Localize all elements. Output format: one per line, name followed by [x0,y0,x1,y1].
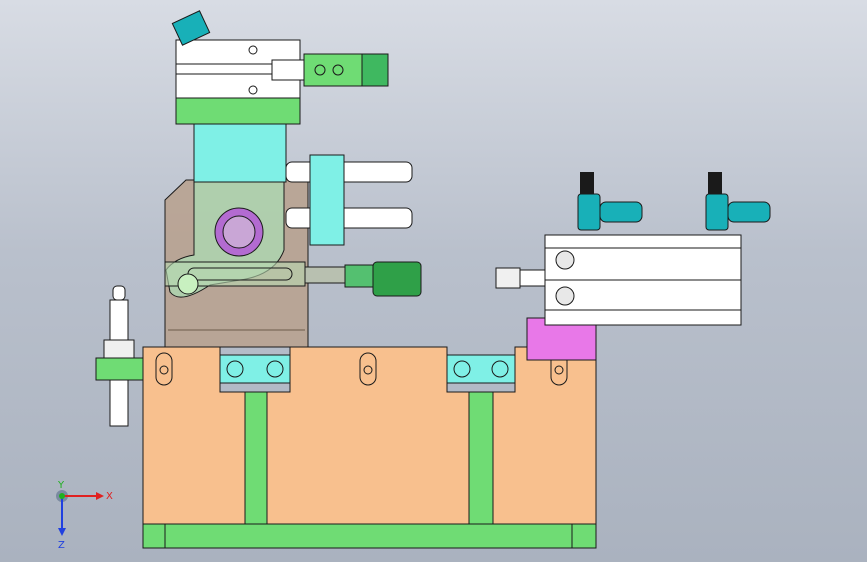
fixture-assembly-model[interactable] [0,0,867,562]
screw-head [314,64,326,76]
screw-head [554,365,564,375]
screw-head [159,365,169,375]
z-axis-label: Z [58,540,65,551]
screw-head [266,360,284,378]
screw-head [332,64,344,76]
left-pin-body[interactable] [109,299,129,341]
y-axis-dot [59,493,65,499]
left-green-block[interactable] [95,357,144,381]
green-bottom-bar[interactable] [142,523,597,549]
screw-head [248,45,258,55]
screw-head [226,360,244,378]
screw-head [248,85,258,95]
green-bottom-foot-left[interactable] [142,523,166,549]
cylinder-rod-nut[interactable] [495,267,521,289]
cyan-column[interactable] [193,123,287,183]
x-axis-arrow [96,492,104,500]
guide-rod-upper[interactable] [285,161,413,183]
air-fitting-left[interactable] [577,172,643,231]
bushing-inner [222,215,256,249]
pivot-pin [177,273,199,295]
cylinder-rod[interactable] [519,269,546,287]
x-axis-label: X [106,491,113,502]
left-pin-tip[interactable] [112,285,126,301]
top-sensor-cap[interactable] [361,53,389,87]
left-pin-nut[interactable] [103,339,135,359]
z-axis-arrow [58,528,66,536]
base-plate[interactable] [142,346,597,548]
cylinder-port [555,286,575,306]
green-rib-right[interactable] [468,391,494,525]
coordinate-triad: X Y Z [56,480,113,551]
screw-head [363,365,373,375]
y-axis-label: Y [57,480,65,491]
adjust-screw-shaft[interactable] [304,266,346,284]
air-fitting-right[interactable] [705,172,771,231]
top-green-base[interactable] [175,97,301,125]
cylinder-port [555,250,575,270]
left-pin-shaft[interactable] [109,379,129,427]
guide-rod-lower[interactable] [285,207,413,229]
screw-head [453,360,471,378]
adjust-screw-knob[interactable] [372,261,422,297]
adjust-screw-nut[interactable] [344,264,374,288]
cad-viewport[interactable]: X Y Z [0,0,867,562]
cyan-push-plate[interactable] [309,154,345,246]
screw-head [491,360,509,378]
top-sensor-connector[interactable] [271,59,305,81]
green-rib-left[interactable] [244,391,268,525]
green-bottom-foot-right[interactable] [571,523,597,549]
